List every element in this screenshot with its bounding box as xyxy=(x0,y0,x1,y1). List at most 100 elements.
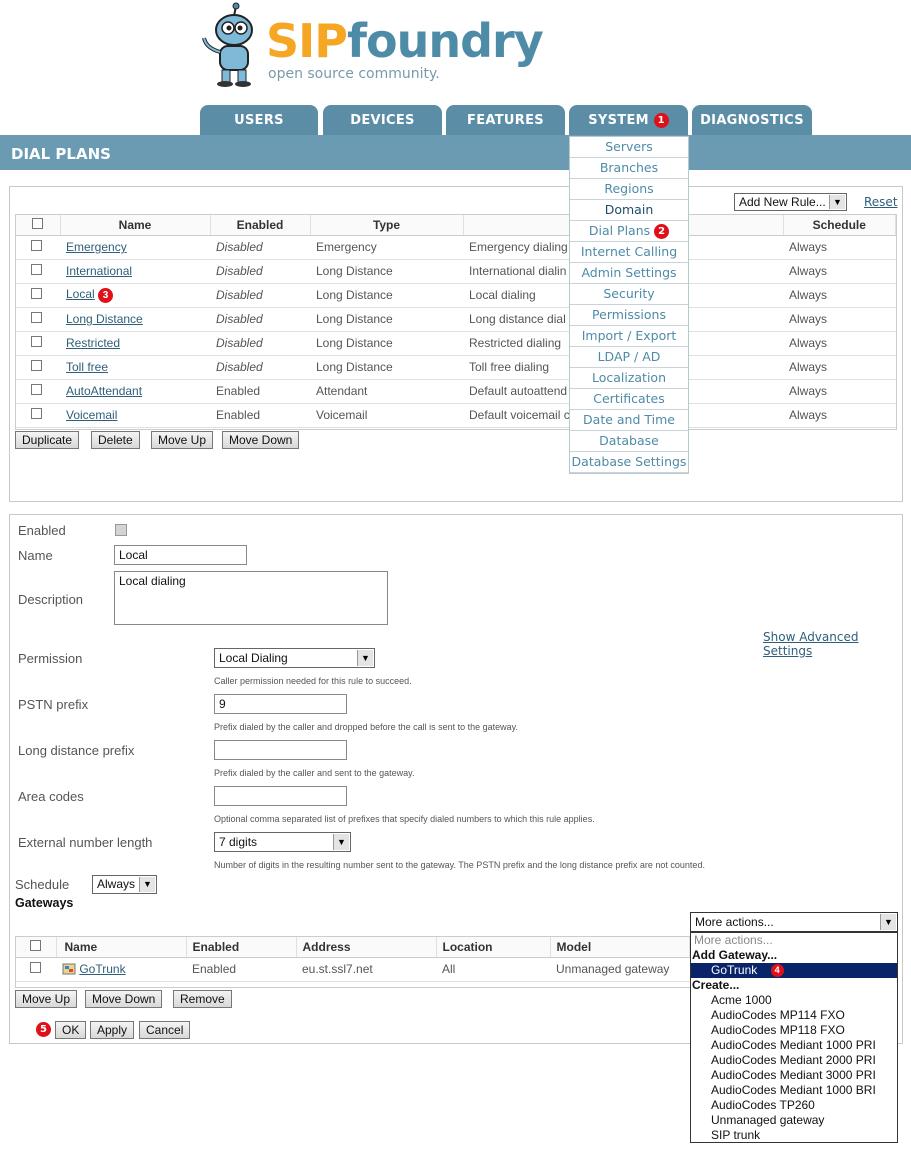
apply-button[interactable]: Apply xyxy=(90,1021,135,1039)
select-all-checkbox[interactable] xyxy=(32,217,44,229)
area-codes-input[interactable] xyxy=(214,786,347,806)
rule-name-link[interactable]: Local xyxy=(66,287,95,301)
gateway-model-option[interactable]: Unmanaged gateway xyxy=(691,1113,897,1128)
show-advanced-settings-link[interactable]: Show Advanced Settings xyxy=(763,630,911,658)
gotrunk-option[interactable]: GoTrunk 4 xyxy=(691,963,897,978)
menu-item-dial-plans[interactable]: Dial Plans 2 xyxy=(570,221,688,242)
rule-name-link[interactable]: AutoAttendant xyxy=(66,384,142,398)
gateway-column-model[interactable]: Model xyxy=(550,937,690,958)
table-row[interactable]: Toll free Disabled Long Distance Toll fr… xyxy=(16,355,896,380)
gateway-select-all-checkbox[interactable] xyxy=(30,939,42,951)
menu-item-domain[interactable]: Domain xyxy=(570,200,688,221)
gateway-model-option[interactable]: AudioCodes Mediant 1000 BRI xyxy=(691,1083,897,1098)
gateway-column-enabled[interactable]: Enabled xyxy=(186,937,297,958)
rule-name-link[interactable]: Voicemail xyxy=(66,408,117,422)
permission-select[interactable]: Local Dialing ▼ xyxy=(214,648,375,668)
column-header-enabled[interactable]: Enabled xyxy=(210,215,311,236)
menu-item-branches[interactable]: Branches xyxy=(570,158,688,179)
gateway-model: Unmanaged gateway xyxy=(550,957,690,982)
page-title-bar xyxy=(0,135,911,170)
menu-item-ldap-ad[interactable]: LDAP / AD xyxy=(570,347,688,368)
gateway-column-address[interactable]: Address xyxy=(296,937,437,958)
table-row[interactable]: Long Distance Disabled Long Distance Lon… xyxy=(16,307,896,332)
table-row[interactable]: AutoAttendant Enabled Attendant Default … xyxy=(16,379,896,404)
row-checkbox[interactable] xyxy=(31,264,42,275)
menu-item-security[interactable]: Security xyxy=(570,284,688,305)
gateway-model-option[interactable]: AudioCodes Mediant 1000 PRI xyxy=(691,1038,897,1053)
menu-item-admin-settings[interactable]: Admin Settings xyxy=(570,263,688,284)
gateway-column-name[interactable]: Name xyxy=(56,937,187,958)
move-down-button[interactable]: Move Down xyxy=(222,431,300,449)
pstn-prefix-input[interactable] xyxy=(214,694,347,714)
row-checkbox[interactable] xyxy=(31,336,42,347)
menu-item-internet-calling[interactable]: Internet Calling xyxy=(570,242,688,263)
menu-item-database[interactable]: Database xyxy=(570,431,688,452)
duplicate-button[interactable]: Duplicate xyxy=(15,431,80,449)
row-checkbox[interactable] xyxy=(31,360,42,371)
gateway-column-location[interactable]: Location xyxy=(436,937,551,958)
tab-system[interactable]: SYSTEM 1 xyxy=(569,105,688,135)
rule-name-link[interactable]: Restricted xyxy=(66,336,120,350)
table-row[interactable]: International Disabled Long Distance Int… xyxy=(16,259,896,284)
tab-users[interactable]: USERS xyxy=(200,105,318,135)
column-header-schedule[interactable]: Schedule xyxy=(783,215,896,236)
rule-name-link[interactable]: Toll free xyxy=(66,360,108,374)
table-row[interactable]: Emergency Disabled Emergency Emergency d… xyxy=(16,235,896,260)
gateway-move-down-button[interactable]: Move Down xyxy=(85,990,163,1008)
gateway-model-option[interactable]: AudioCodes Mediant 2000 PRI xyxy=(691,1053,897,1068)
add-new-rule-select[interactable]: Add New Rule... ▼ xyxy=(734,193,847,211)
row-checkbox[interactable] xyxy=(30,962,41,973)
table-row[interactable]: Voicemail Enabled Voicemail Default voic… xyxy=(16,403,896,428)
menu-item-localization[interactable]: Localization xyxy=(570,368,688,389)
gateway-model-option[interactable]: Acme 1000 xyxy=(691,993,897,1008)
schedule-select[interactable]: Always ▼ xyxy=(92,875,157,894)
tab-features[interactable]: FEATURES xyxy=(446,105,565,135)
gateway-name-link[interactable]: GoTrunk xyxy=(79,962,125,976)
table-row[interactable]: GoTrunk Enabled eu.st.ssl7.net All Unman… xyxy=(16,957,690,982)
row-checkbox[interactable] xyxy=(31,408,42,419)
column-header-name[interactable]: Name xyxy=(60,215,211,236)
gateway-model-option[interactable]: AudioCodes TP260 xyxy=(691,1098,897,1113)
reset-link[interactable]: Reset xyxy=(864,195,898,209)
menu-item-date-and-time[interactable]: Date and Time xyxy=(570,410,688,431)
move-up-button[interactable]: Move Up xyxy=(151,431,214,449)
description-textarea[interactable]: Local dialing xyxy=(114,571,388,625)
gateway-model-option[interactable]: AudioCodes Mediant 3000 PRI xyxy=(691,1068,897,1083)
cancel-button[interactable]: Cancel xyxy=(139,1021,191,1039)
gateway-move-up-button[interactable]: Move Up xyxy=(15,990,78,1008)
ok-button[interactable]: OK xyxy=(55,1021,87,1039)
name-input[interactable] xyxy=(114,545,247,565)
rule-schedule: Always xyxy=(783,403,896,428)
row-checkbox[interactable] xyxy=(31,288,42,299)
row-checkbox[interactable] xyxy=(31,384,42,395)
menu-item-regions[interactable]: Regions xyxy=(570,179,688,200)
menu-item-import-export[interactable]: Import / Export xyxy=(570,326,688,347)
external-number-length-select[interactable]: 7 digits ▼ xyxy=(214,832,351,852)
more-actions-option[interactable]: More actions... xyxy=(691,933,897,948)
row-checkbox[interactable] xyxy=(31,312,42,323)
table-row[interactable]: Local 3 Disabled Long Distance Local dia… xyxy=(16,283,896,308)
tab-devices[interactable]: DEVICES xyxy=(323,105,442,135)
rule-name-link[interactable]: Emergency xyxy=(66,240,127,254)
rule-type: Long Distance xyxy=(310,307,463,332)
enabled-checkbox[interactable] xyxy=(115,524,127,536)
column-header-type[interactable]: Type xyxy=(310,215,464,236)
gateway-model-option[interactable]: AudioCodes MP118 FXO xyxy=(691,1023,897,1038)
menu-item-database-settings[interactable]: Database Settings xyxy=(570,452,688,473)
menu-item-servers[interactable]: Servers xyxy=(570,137,688,158)
permission-hint: Caller permission needed for this rule t… xyxy=(214,676,412,686)
rule-name-link[interactable]: International xyxy=(66,264,132,278)
table-row[interactable]: Restricted Disabled Long Distance Restri… xyxy=(16,331,896,356)
more-actions-select[interactable]: More actions... ▼ xyxy=(690,912,898,932)
gateway-model-option[interactable]: AudioCodes MP114 FXO xyxy=(691,1008,897,1023)
menu-item-certificates[interactable]: Certificates xyxy=(570,389,688,410)
rule-name-link[interactable]: Long Distance xyxy=(66,312,143,326)
rule-enabled: Disabled xyxy=(210,259,310,284)
row-checkbox[interactable] xyxy=(31,240,42,251)
gateway-remove-button[interactable]: Remove xyxy=(173,990,232,1008)
tab-diagnostics[interactable]: DIAGNOSTICS xyxy=(692,105,812,135)
gateway-model-option[interactable]: SIP trunk xyxy=(691,1128,897,1143)
delete-button[interactable]: Delete xyxy=(91,431,140,449)
long-distance-prefix-input[interactable] xyxy=(214,740,347,760)
menu-item-permissions[interactable]: Permissions xyxy=(570,305,688,326)
